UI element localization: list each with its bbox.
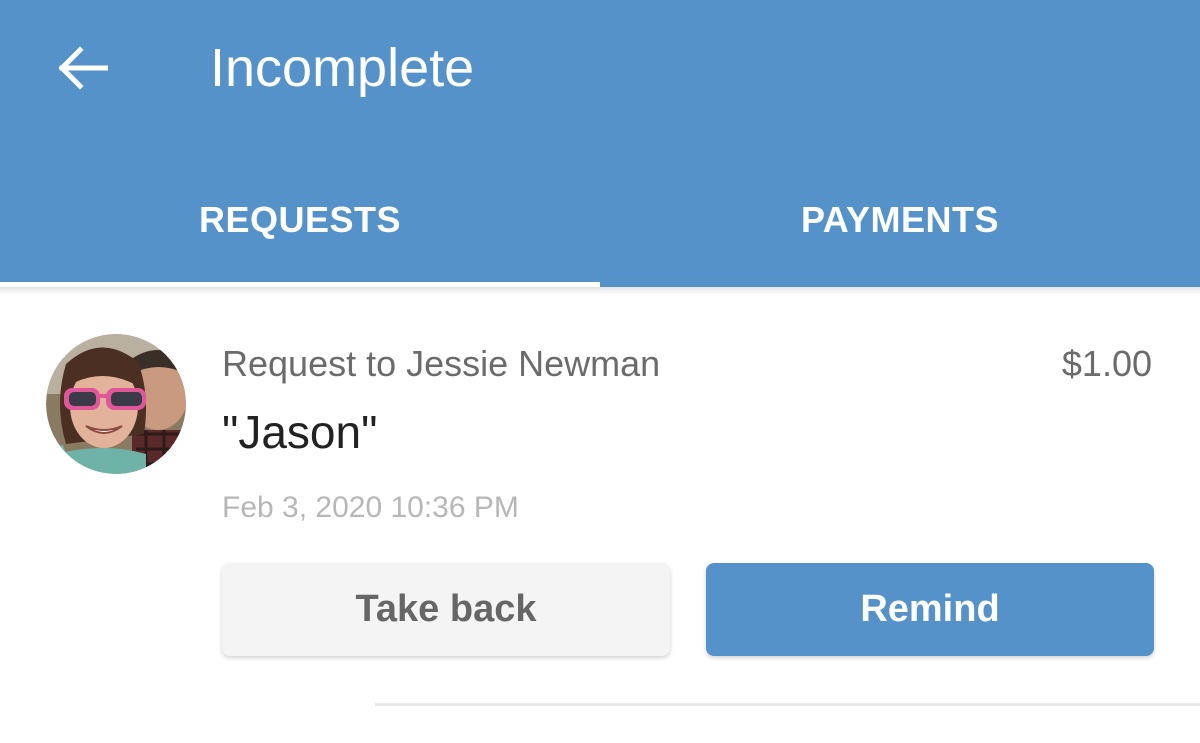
page-title: Incomplete bbox=[210, 38, 475, 98]
tab-requests[interactable]: REQUESTS bbox=[0, 170, 600, 270]
tab-payments[interactable]: PAYMENTS bbox=[600, 170, 1200, 270]
app-screen: Incomplete REQUESTS PAYMENTS Request to … bbox=[0, 0, 1200, 743]
request-timestamp: Feb 3, 2020 10:36 PM bbox=[222, 491, 519, 524]
back-button[interactable] bbox=[50, 40, 114, 96]
request-note: "Jason" bbox=[222, 406, 378, 458]
remind-button[interactable]: Remind bbox=[706, 563, 1154, 656]
tab-bar: REQUESTS PAYMENTS bbox=[0, 170, 1200, 287]
app-bar: Incomplete REQUESTS PAYMENTS bbox=[0, 0, 1200, 287]
avatar bbox=[46, 334, 186, 474]
app-bar-shadow bbox=[0, 287, 1200, 295]
take-back-button[interactable]: Take back bbox=[222, 563, 670, 656]
list-divider bbox=[375, 703, 1200, 706]
arrow-left-icon bbox=[58, 46, 108, 90]
request-amount: $1.00 bbox=[1061, 343, 1152, 384]
user-photo-avatar bbox=[46, 334, 186, 474]
request-recipient: Request to Jessie Newman bbox=[222, 343, 661, 384]
